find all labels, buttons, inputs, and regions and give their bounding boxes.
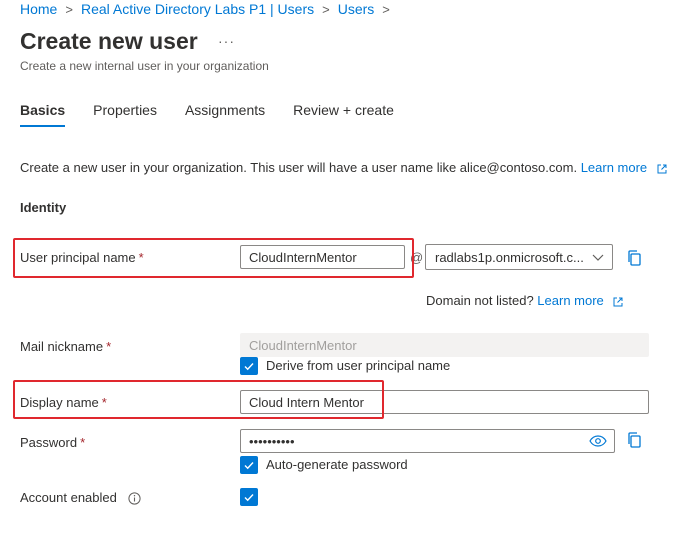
breadcrumb-directory-users[interactable]: Real Active Directory Labs P1 | Users <box>81 1 314 17</box>
mail-nickname-label-text: Mail nickname <box>20 339 104 354</box>
learn-more-link[interactable]: Learn more <box>581 160 647 175</box>
page-title: Create new user <box>20 28 198 54</box>
more-options-button[interactable]: ··· <box>218 33 235 49</box>
at-symbol: @ <box>410 250 424 265</box>
tab-bar: Basics Properties Assignments Review + c… <box>20 102 422 127</box>
breadcrumb-separator: > <box>382 1 390 17</box>
mail-nickname-input <box>240 333 649 357</box>
tab-review-create[interactable]: Review + create <box>293 102 394 127</box>
account-enabled-label: Account enabled <box>20 490 142 505</box>
breadcrumb-separator: > <box>65 1 73 17</box>
password-label: Password * <box>20 435 85 450</box>
derive-checkbox[interactable] <box>240 357 258 375</box>
tab-basics[interactable]: Basics <box>20 102 66 127</box>
tab-assignments[interactable]: Assignments <box>185 102 265 127</box>
chevron-down-icon <box>592 254 604 261</box>
breadcrumb-separator: > <box>322 1 330 17</box>
account-enabled-label-text: Account enabled <box>20 490 117 505</box>
password-field[interactable]: •••••••••• <box>240 429 615 453</box>
copy-icon[interactable] <box>626 249 644 267</box>
display-name-label-text: Display name <box>20 395 99 410</box>
required-marker: * <box>80 435 86 450</box>
intro-text: Create a new user in your organization. … <box>20 160 667 175</box>
domain-value: radlabs1p.onmicrosoft.c... <box>435 249 584 265</box>
checkmark-icon <box>244 494 254 502</box>
auto-generate-checkbox[interactable] <box>240 456 258 474</box>
upn-input[interactable] <box>240 245 405 269</box>
checkmark-icon <box>244 363 254 371</box>
intro-description: Create a new user in your organization. … <box>20 160 578 175</box>
domain-dropdown[interactable]: radlabs1p.onmicrosoft.c... <box>425 244 613 270</box>
eye-icon[interactable] <box>589 435 607 447</box>
required-marker: * <box>106 339 112 354</box>
password-value: •••••••••• <box>249 433 295 449</box>
display-name-label: Display name * <box>20 395 107 410</box>
external-link-icon <box>613 297 623 307</box>
display-name-input[interactable] <box>240 390 649 414</box>
domain-learn-more-link[interactable]: Learn more <box>537 293 603 308</box>
password-label-text: Password <box>20 435 78 450</box>
breadcrumb-users[interactable]: Users <box>338 1 375 17</box>
derive-checkbox-label: Derive from user principal name <box>266 358 451 373</box>
checkmark-icon <box>244 462 254 470</box>
breadcrumb: Home > Real Active Directory Labs P1 | U… <box>20 0 398 18</box>
info-icon[interactable] <box>128 492 142 505</box>
required-marker: * <box>138 250 144 265</box>
tab-properties[interactable]: Properties <box>93 102 157 127</box>
breadcrumb-home[interactable]: Home <box>20 1 57 17</box>
upn-label-text: User principal name <box>20 250 136 265</box>
external-link-icon <box>657 164 667 174</box>
section-heading-identity: Identity <box>20 200 67 215</box>
auto-generate-label: Auto-generate password <box>266 457 408 472</box>
domain-hint: Domain not listed? Learn more <box>426 293 623 308</box>
required-marker: * <box>101 395 107 410</box>
mail-nickname-label: Mail nickname * <box>20 339 111 354</box>
page-subtitle: Create a new internal user in your organ… <box>20 59 269 73</box>
copy-icon[interactable] <box>626 431 644 449</box>
domain-hint-text: Domain not listed? <box>426 293 534 308</box>
account-enabled-checkbox[interactable] <box>240 488 258 506</box>
upn-label: User principal name * <box>20 250 144 265</box>
